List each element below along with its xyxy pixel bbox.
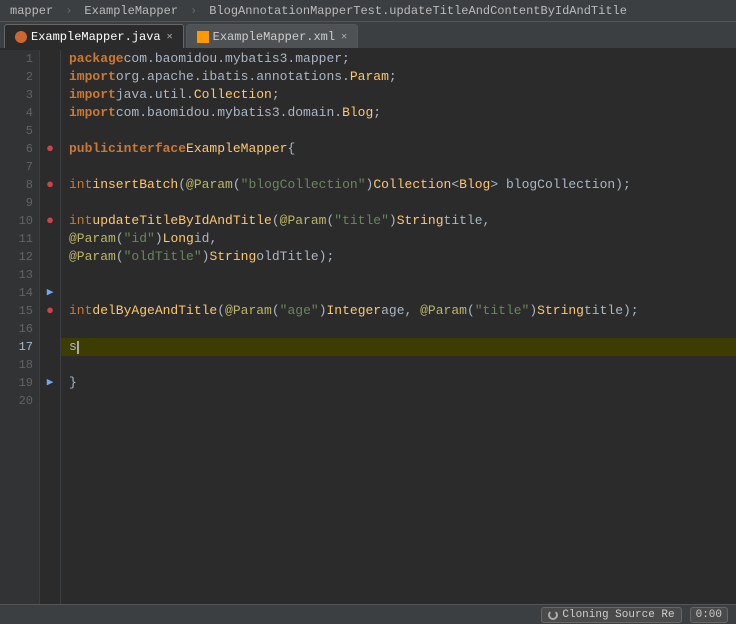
line-number-11: 11 xyxy=(13,230,33,248)
top-bar-test-method[interactable]: BlogAnnotationMapperTest.updateTitleAndC… xyxy=(203,2,633,20)
line-number-2: 2 xyxy=(13,68,33,86)
arrow-icon: ▶ xyxy=(47,377,54,389)
code-line-15: int delByAgeAndTitle(@Param("age") Integ… xyxy=(61,302,736,320)
top-bar-mapper[interactable]: mapper xyxy=(4,2,59,20)
code-line-12: @Param("oldTitle") String oldTitle); xyxy=(61,248,736,266)
marker-7 xyxy=(40,158,60,176)
marker-11 xyxy=(40,230,60,248)
code-line-19: } xyxy=(61,374,736,392)
marker-4 xyxy=(40,104,60,122)
code-line-11: @Param("id") Long id, xyxy=(61,230,736,248)
line-number-6: 6 xyxy=(13,140,33,158)
breakpoint-icon: ● xyxy=(46,177,54,192)
code-line-3: import java.util.Collection; xyxy=(61,86,736,104)
code-line-6: public interface ExampleMapper { xyxy=(61,140,736,158)
code-line-1: package com.baomidou.mybatis3.mapper; xyxy=(61,50,736,68)
line-number-15: 15 xyxy=(13,302,33,320)
code-line-14 xyxy=(61,284,736,302)
code-line-7 xyxy=(61,158,736,176)
top-bar-sep2: › xyxy=(190,4,197,18)
arrow-icon: ▶ xyxy=(47,287,54,299)
line-number-17: 17 xyxy=(13,338,33,356)
code-line-8: int insertBatch(@Param("blogCollection")… xyxy=(61,176,736,194)
line-number-1: 1 xyxy=(13,50,33,68)
line-number-19: 19 xyxy=(13,374,33,392)
line-number-14: 14 xyxy=(13,284,33,302)
code-line-18 xyxy=(61,356,736,374)
marker-19: ▶ xyxy=(40,374,60,392)
marker-16 xyxy=(40,320,60,338)
marker-5 xyxy=(40,122,60,140)
top-bar-example-mapper[interactable]: ExampleMapper xyxy=(78,2,184,20)
time-badge: 0:00 xyxy=(690,607,728,623)
marker-9 xyxy=(40,194,60,212)
line-number-5: 5 xyxy=(13,122,33,140)
marker-13 xyxy=(40,266,60,284)
cloning-spinner-icon xyxy=(548,610,558,620)
line-number-12: 12 xyxy=(13,248,33,266)
code-line-20 xyxy=(61,392,736,410)
code-area[interactable]: package com.baomidou.mybatis3.mapper;imp… xyxy=(61,50,736,604)
code-line-4: import com.baomidou.mybatis3.domain.Blog… xyxy=(61,104,736,122)
marker-14: ▶ xyxy=(40,284,60,302)
marker-12 xyxy=(40,248,60,266)
tab-java-close[interactable]: ✕ xyxy=(167,31,173,43)
line-number-gutter: 1234567891011121314151617181920 xyxy=(0,50,40,604)
time-label: 0:00 xyxy=(696,609,722,621)
marker-18 xyxy=(40,356,60,374)
code-line-16 xyxy=(61,320,736,338)
line-number-7: 7 xyxy=(13,158,33,176)
tab-xml-close[interactable]: ✕ xyxy=(341,31,347,43)
line-number-4: 4 xyxy=(13,104,33,122)
code-line-9 xyxy=(61,194,736,212)
line-number-3: 3 xyxy=(13,86,33,104)
code-line-10: int updateTitleByIdAndTitle(@Param("titl… xyxy=(61,212,736,230)
xml-file-icon xyxy=(197,31,209,43)
marker-6: ● xyxy=(40,140,60,158)
top-bar-sep1: › xyxy=(65,4,72,18)
status-bar: Cloning Source Re 0:00 xyxy=(0,604,736,624)
marker-17 xyxy=(40,338,60,356)
tab-java-label: ExampleMapper.java xyxy=(31,30,161,44)
tab-bar: ExampleMapper.java ✕ ExampleMapper.xml ✕ xyxy=(0,22,736,50)
java-file-icon xyxy=(15,31,27,43)
marker-8: ● xyxy=(40,176,60,194)
line-number-18: 18 xyxy=(13,356,33,374)
tab-xml[interactable]: ExampleMapper.xml ✕ xyxy=(186,24,358,48)
line-number-16: 16 xyxy=(13,320,33,338)
editor: 1234567891011121314151617181920 ●●●▶●▶ p… xyxy=(0,50,736,604)
line-number-13: 13 xyxy=(13,266,33,284)
line-number-9: 9 xyxy=(13,194,33,212)
line-number-20: 20 xyxy=(13,392,33,410)
code-line-17: s xyxy=(61,338,736,356)
top-bar: mapper › ExampleMapper › BlogAnnotationM… xyxy=(0,0,736,22)
line-number-10: 10 xyxy=(13,212,33,230)
marker-1 xyxy=(40,50,60,68)
marker-2 xyxy=(40,68,60,86)
marker-20 xyxy=(40,392,60,410)
code-line-2: import org.apache.ibatis.annotations.Par… xyxy=(61,68,736,86)
breakpoint-icon: ● xyxy=(46,303,54,318)
line-number-8: 8 xyxy=(13,176,33,194)
tab-java[interactable]: ExampleMapper.java ✕ xyxy=(4,24,184,48)
marker-15: ● xyxy=(40,302,60,320)
code-line-13 xyxy=(61,266,736,284)
cloning-badge: Cloning Source Re xyxy=(541,607,681,623)
breakpoint-icon: ● xyxy=(46,213,54,228)
marker-10: ● xyxy=(40,212,60,230)
code-lines: package com.baomidou.mybatis3.mapper;imp… xyxy=(61,50,736,410)
status-right: Cloning Source Re 0:00 xyxy=(541,607,728,623)
markers-column: ● ● ● ▶ ● ▶ xyxy=(40,50,61,604)
cloning-label: Cloning Source Re xyxy=(562,609,674,621)
breakpoint-icon: ● xyxy=(46,141,54,156)
code-line-5 xyxy=(61,122,736,140)
marker-3 xyxy=(40,86,60,104)
tab-xml-label: ExampleMapper.xml xyxy=(213,30,335,44)
